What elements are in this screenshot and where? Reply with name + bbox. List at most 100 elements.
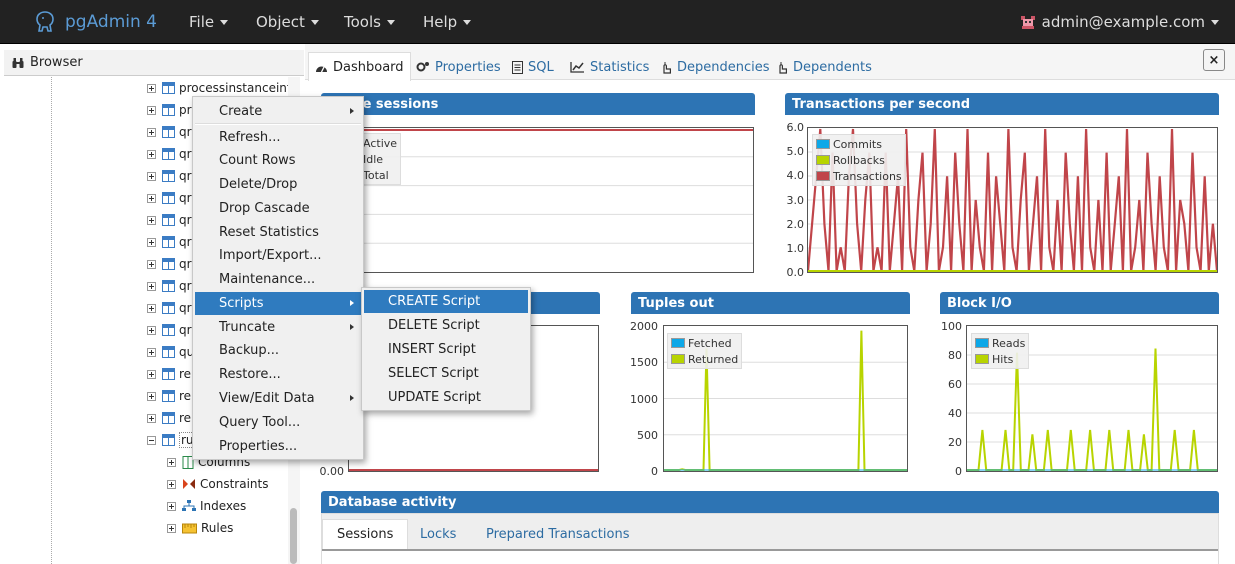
tree-item-table[interactable]: qr — [147, 187, 192, 209]
submenu-item-create-script[interactable]: CREATE Script — [364, 290, 528, 313]
menu-separator — [195, 123, 361, 125]
tab-sessions[interactable]: Sessions — [322, 519, 409, 549]
tree-item-table[interactable]: pr — [147, 99, 192, 121]
tree-item-table[interactable]: re — [147, 363, 191, 385]
menu-item-backup[interactable]: Backup... — [195, 339, 361, 362]
ytick-label: 0 — [955, 465, 962, 478]
expand-icon[interactable] — [167, 523, 176, 533]
browser-title: Browser — [30, 55, 83, 70]
tree-item-table[interactable]: qr — [147, 275, 192, 297]
menu-item-label: Restore... — [219, 367, 281, 382]
expand-icon[interactable] — [167, 501, 176, 511]
menu-item-truncate[interactable]: Truncate — [195, 316, 361, 339]
menu-item-reset-statistics[interactable]: Reset Statistics — [195, 221, 361, 244]
menu-item-refresh[interactable]: Refresh... — [195, 126, 361, 149]
tree-item-table[interactable]: qr — [147, 253, 192, 275]
expand-icon[interactable] — [147, 303, 156, 313]
menu-item-view-edit-data[interactable]: View/Edit Data — [195, 387, 361, 410]
tree-item-table[interactable]: re — [147, 385, 191, 407]
database-activity-title: Database activity — [321, 491, 1219, 513]
tree-item-table[interactable]: qr — [147, 121, 192, 143]
file-menu[interactable]: File — [189, 13, 229, 31]
expand-icon[interactable] — [147, 281, 156, 291]
close-panel-button[interactable]: × — [1203, 49, 1225, 71]
table-icon — [162, 346, 175, 358]
tree-item-indexes[interactable]: Indexes — [167, 495, 246, 517]
expand-icon[interactable] — [147, 105, 156, 115]
menu-item-maintenance[interactable]: Maintenance... — [195, 268, 361, 291]
expand-icon[interactable] — [147, 413, 156, 423]
sessions-panel-title: abase sessions — [321, 93, 755, 115]
legend-entry: Rollbacks — [816, 152, 902, 168]
expand-icon[interactable] — [147, 149, 156, 159]
submenu-item-select-script[interactable]: SELECT Script — [364, 362, 528, 385]
tree-item-constraints[interactable]: Constraints — [167, 473, 268, 495]
legend-label: Reads — [992, 336, 1026, 350]
table-icon — [162, 192, 175, 204]
menu-item-drop-cascade[interactable]: Drop Cascade — [195, 197, 361, 220]
tab-prepared-transactions[interactable]: Prepared Transactions — [472, 519, 643, 549]
expand-icon[interactable] — [167, 457, 176, 467]
tree-item-label: qr — [179, 323, 192, 337]
expand-icon[interactable] — [147, 193, 156, 203]
tab-sql[interactable]: SQL — [506, 54, 560, 80]
tab-dependencies[interactable]: Dependencies — [654, 54, 776, 80]
tree-scrollbar-thumb[interactable] — [290, 508, 297, 564]
expand-icon[interactable] — [147, 391, 156, 401]
tree-item-table[interactable]: qr — [147, 165, 192, 187]
tree-item-table[interactable]: qu — [147, 341, 194, 363]
expand-icon[interactable] — [147, 215, 156, 225]
legend-swatch — [975, 354, 989, 364]
menu-item-query-tool[interactable]: Query Tool... — [195, 411, 361, 434]
menu-item-properties[interactable]: Properties... — [195, 435, 361, 458]
tree-item-table[interactable]: qr — [147, 231, 192, 253]
expand-icon[interactable] — [147, 347, 156, 357]
tab-dependents[interactable]: Dependents — [770, 54, 878, 80]
help-menu[interactable]: Help — [423, 13, 472, 31]
tree-item-rules[interactable]: Rules — [167, 517, 233, 539]
object-menu[interactable]: Object — [256, 13, 319, 31]
tab-locks[interactable]: Locks — [406, 519, 470, 549]
tree-item-label: re — [179, 411, 192, 425]
tree-item-table[interactable]: qr — [147, 297, 192, 319]
submenu-item-delete-script[interactable]: DELETE Script — [364, 314, 528, 337]
legend-swatch — [816, 155, 830, 165]
tree-item-table[interactable]: qr — [147, 209, 192, 231]
tree-item-label: qr — [179, 213, 192, 227]
top-navbar: pgAdmin 4 File Object Tools Help admin@e… — [0, 0, 1235, 44]
menu-item-restore[interactable]: Restore... — [195, 363, 361, 386]
expand-icon[interactable] — [147, 171, 156, 181]
tools-menu[interactable]: Tools — [344, 13, 395, 31]
expand-icon[interactable] — [167, 479, 176, 489]
menu-item-count-rows[interactable]: Count Rows — [195, 149, 361, 172]
tps-panel-title: Transactions per second — [785, 93, 1219, 115]
expand-icon[interactable] — [147, 237, 156, 247]
submenu-item-update-script[interactable]: UPDATE Script — [364, 386, 528, 409]
expand-icon[interactable] — [147, 83, 156, 93]
expand-icon[interactable] — [147, 369, 156, 379]
menu-item-create[interactable]: Create — [195, 100, 361, 123]
menu-item-scripts[interactable]: Scripts — [195, 292, 361, 315]
expand-icon[interactable] — [147, 259, 156, 269]
collapse-icon[interactable] — [147, 435, 156, 445]
tree-item-label: qr — [179, 257, 192, 271]
ytick-label: 80 — [948, 349, 962, 362]
close-icon: × — [1208, 52, 1220, 68]
ytick-label: 40 — [948, 407, 962, 420]
tree-item-table[interactable]: qr — [147, 143, 192, 165]
user-menu[interactable]: admin@example.com — [1020, 13, 1219, 31]
table-icon — [162, 214, 175, 226]
menu-item-delete-drop[interactable]: Delete/Drop — [195, 173, 361, 196]
expand-icon[interactable] — [147, 127, 156, 137]
tab-dashboard[interactable]: Dashboard — [308, 52, 411, 81]
tree-item-table[interactable]: qr — [147, 319, 192, 341]
submenu-item-insert-script[interactable]: INSERT Script — [364, 338, 528, 361]
tree-item-table[interactable]: re — [147, 407, 191, 429]
expand-icon[interactable] — [147, 325, 156, 335]
tab-statistics[interactable]: Statistics — [564, 54, 655, 80]
legend-entry: Transactions — [816, 168, 902, 184]
binoculars-icon — [12, 57, 24, 68]
menu-item-import-export[interactable]: Import/Export... — [195, 244, 361, 267]
brand[interactable]: pgAdmin 4 — [33, 10, 157, 34]
tab-properties[interactable]: Properties — [410, 54, 507, 80]
